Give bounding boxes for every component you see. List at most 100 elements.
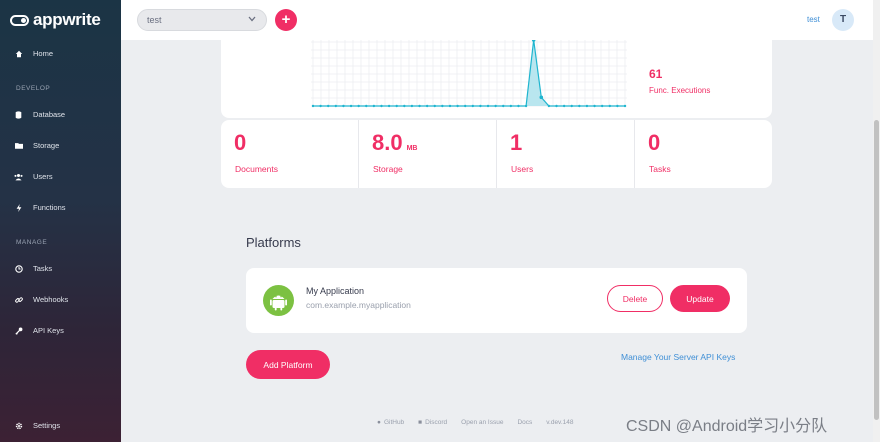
sidebar-item-label: Tasks <box>33 264 53 273</box>
update-platform-button[interactable]: Update <box>670 285 730 312</box>
stat-label: Users <box>511 164 534 174</box>
data-point <box>456 104 459 108</box>
data-point <box>585 104 589 108</box>
watermark: CSDN @Android学习小分队 <box>626 418 828 435</box>
sidebar-item-database[interactable]: Database <box>14 110 65 119</box>
stat-users[interactable]: 1 Users <box>497 120 635 188</box>
stats-card: 0 Documents 8.0 MB Storage 1 Users 0 Task… <box>221 120 772 188</box>
footer-discord-link[interactable]: ■ Discord <box>418 419 447 426</box>
sidebar-section-develop: DEVELOP <box>16 85 51 92</box>
platforms-title: Platforms <box>246 235 301 250</box>
data-point <box>555 104 558 108</box>
data-point <box>531 40 536 42</box>
executions-value: 61 <box>649 67 663 81</box>
executions-chart-card: 61 Func. Executions <box>221 40 772 118</box>
stat-value: 8.0 MB <box>372 130 418 155</box>
sidebar-item-label: Users <box>33 172 53 181</box>
sidebar-item-home[interactable]: Home <box>14 49 53 58</box>
stat-storage[interactable]: 8.0 MB Storage <box>359 120 497 188</box>
lightning-icon <box>14 203 23 212</box>
sidebar-item-functions[interactable]: Functions <box>14 203 66 212</box>
stat-label: Documents <box>235 164 278 174</box>
data-point <box>463 104 467 108</box>
data-point <box>410 104 414 108</box>
sidebar-item-storage[interactable]: Storage <box>14 141 59 150</box>
data-point <box>387 104 391 108</box>
sidebar-section-manage: MANAGE <box>16 239 48 246</box>
data-point <box>517 104 520 108</box>
manage-api-keys-link[interactable]: Manage Your Server API Keys <box>621 352 735 362</box>
avatar[interactable]: T <box>832 9 854 31</box>
data-point <box>357 104 360 108</box>
project-select[interactable]: test <box>137 9 267 31</box>
data-point <box>334 104 338 108</box>
stat-label: Storage <box>373 164 403 174</box>
sidebar-item-label: Home <box>33 49 54 58</box>
data-point <box>578 104 581 108</box>
data-point <box>623 104 627 108</box>
data-point <box>593 104 596 108</box>
sidebar-item-label: Storage <box>33 141 60 150</box>
sidebar-item-settings[interactable]: Settings <box>14 421 60 430</box>
delete-platform-button[interactable]: Delete <box>607 285 663 312</box>
sidebar-item-label: API Keys <box>33 326 64 335</box>
platform-card[interactable]: My Application com.example.myapplication… <box>246 268 747 333</box>
footer-issue-link[interactable]: Open an Issue <box>461 419 503 426</box>
gear-icon <box>14 421 23 430</box>
data-point <box>365 104 368 108</box>
sidebar-item-users[interactable]: Users <box>14 172 53 181</box>
data-point <box>547 104 551 108</box>
data-point <box>425 104 429 108</box>
topbar: test + test T <box>121 0 876 40</box>
footer-version: v.dev.148 <box>546 419 574 426</box>
data-point <box>319 104 322 108</box>
data-point <box>403 104 406 108</box>
link-icon <box>14 295 23 304</box>
android-icon <box>263 285 294 316</box>
database-icon <box>14 110 23 119</box>
add-platform-button[interactable]: Add Platform <box>246 350 330 379</box>
data-point <box>418 104 421 108</box>
clock-icon <box>14 264 23 273</box>
data-point <box>448 104 452 108</box>
data-point <box>570 104 573 108</box>
stat-value: 0 <box>234 130 247 155</box>
platform-identifier: com.example.myapplication <box>306 300 411 310</box>
scrollbar[interactable] <box>873 0 880 442</box>
stat-label: Tasks <box>649 164 671 174</box>
footer-docs-link[interactable]: Docs <box>517 419 532 426</box>
data-point <box>600 104 604 108</box>
sidebar-item-api-keys[interactable]: API Keys <box>14 326 64 335</box>
sidebar: appwrite Home DEVELOP Database Storage U… <box>0 0 121 442</box>
data-point <box>502 104 505 108</box>
home-icon <box>14 49 23 58</box>
sidebar-item-tasks[interactable]: Tasks <box>14 264 52 273</box>
add-project-button[interactable]: + <box>275 9 297 31</box>
user-name[interactable]: test <box>807 15 820 24</box>
stat-value: 1 <box>510 130 523 155</box>
executions-chart <box>311 40 627 108</box>
github-icon: ● <box>377 419 381 426</box>
stat-tasks[interactable]: 0 Tasks <box>635 120 772 188</box>
data-point <box>372 104 376 108</box>
data-point <box>342 104 345 108</box>
scrollbar-thumb[interactable] <box>874 120 879 420</box>
sidebar-item-label: Settings <box>33 421 61 430</box>
data-point <box>539 95 544 100</box>
executions-label: Func. Executions <box>649 86 711 95</box>
sidebar-item-webhooks[interactable]: Webhooks <box>14 295 68 304</box>
data-point <box>327 104 330 108</box>
appwrite-logo[interactable]: appwrite <box>10 9 101 31</box>
key-icon <box>14 326 23 335</box>
sidebar-item-label: Webhooks <box>33 295 69 304</box>
data-point <box>441 104 444 108</box>
platform-name: My Application <box>306 286 365 296</box>
users-icon <box>14 172 23 181</box>
data-point <box>562 104 566 108</box>
data-point <box>479 104 482 108</box>
data-point <box>433 104 436 108</box>
data-point <box>471 104 475 108</box>
stat-documents[interactable]: 0 Documents <box>221 120 359 188</box>
footer-github-link[interactable]: ● GitHub <box>377 419 404 426</box>
project-select-value: test <box>147 15 162 25</box>
